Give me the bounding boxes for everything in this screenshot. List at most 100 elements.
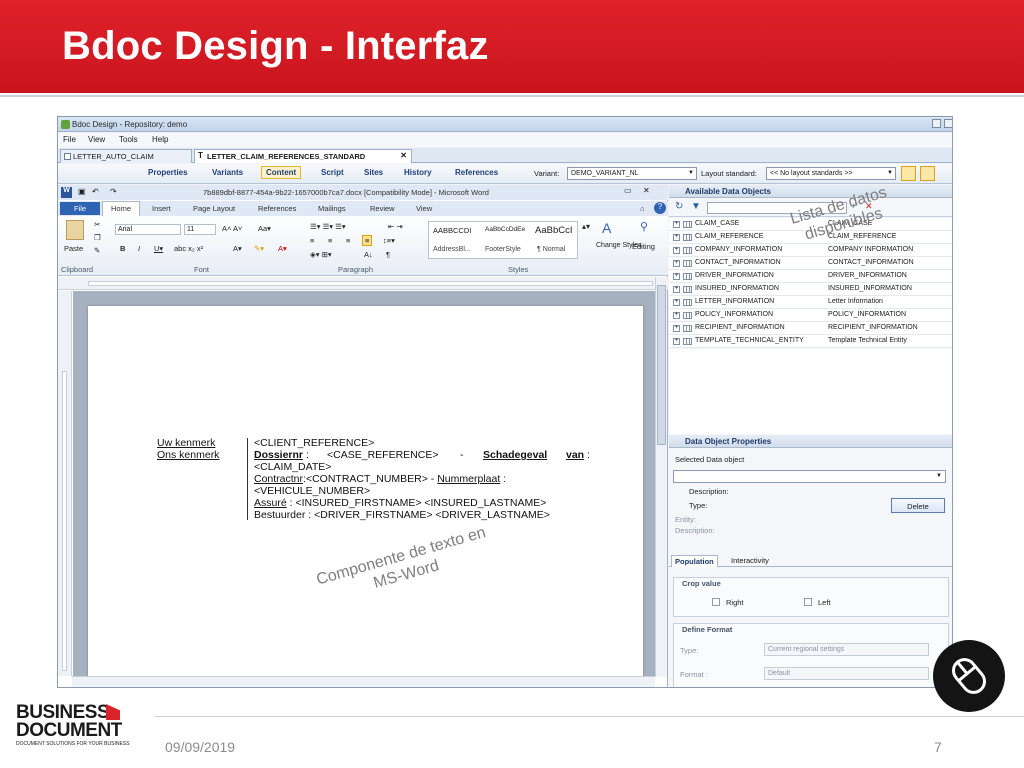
tab-home[interactable]: Home bbox=[102, 201, 141, 216]
align-left-icon[interactable]: ≡ bbox=[310, 236, 314, 245]
font-color-icon[interactable]: A▾ bbox=[278, 244, 287, 253]
expand-icon[interactable]: + bbox=[673, 247, 680, 254]
maximize-icon[interactable] bbox=[944, 119, 952, 128]
italic-icon[interactable]: I bbox=[138, 244, 140, 253]
content-button[interactable]: Content bbox=[261, 166, 302, 179]
sites-button[interactable]: Sites bbox=[364, 168, 383, 177]
expand-icon[interactable]: + bbox=[673, 221, 680, 228]
pilcrow-icon[interactable]: ¶ bbox=[386, 250, 390, 259]
vertical-scrollbar[interactable] bbox=[655, 277, 667, 677]
indent-icon[interactable]: ⇤ ⇥ bbox=[388, 222, 403, 231]
tab-letter-claim-references-standard[interactable]: T LETTER_CLAIM_REFERENCES_STANDARD ✕ bbox=[194, 149, 412, 163]
tab-mailings[interactable]: Mailings bbox=[318, 204, 346, 213]
paste-icon[interactable] bbox=[66, 220, 84, 240]
close-tab-icon[interactable]: ✕ bbox=[400, 151, 407, 160]
list-item[interactable]: + TEMPLATE_TECHNICAL_ENTITY Template Techn… bbox=[669, 335, 952, 348]
paste-label[interactable]: Paste bbox=[64, 244, 83, 253]
menu-tools[interactable]: Tools bbox=[119, 135, 138, 144]
undo-icon[interactable]: ↶ bbox=[92, 187, 99, 196]
menu-file[interactable]: File bbox=[63, 135, 76, 144]
styles-scroll-icon[interactable]: ▴▾ bbox=[582, 222, 590, 231]
scroll-thumb[interactable] bbox=[657, 285, 666, 445]
tab-insert[interactable]: Insert bbox=[152, 204, 171, 213]
layout-preview-icon[interactable] bbox=[901, 166, 916, 181]
expand-icon[interactable]: + bbox=[673, 338, 680, 345]
properties-button[interactable]: Properties bbox=[148, 168, 188, 177]
line-spacing-icon[interactable]: ↕≡▾ bbox=[383, 236, 395, 245]
expand-icon[interactable]: + bbox=[673, 312, 680, 319]
tab-page-layout[interactable]: Page Layout bbox=[193, 204, 235, 213]
text-effects-icon[interactable]: A▾ bbox=[233, 244, 242, 253]
font-size-select[interactable]: 11 bbox=[184, 224, 216, 235]
history-button[interactable]: History bbox=[404, 168, 432, 177]
style-sample-1[interactable]: AABBCCDI bbox=[433, 226, 471, 235]
copy-icon[interactable]: ❐ bbox=[94, 233, 101, 242]
menu-view[interactable]: View bbox=[88, 135, 105, 144]
bold-icon[interactable]: B bbox=[120, 244, 125, 253]
cut-icon[interactable]: ✂ bbox=[94, 220, 100, 229]
tab-interactivity[interactable]: Interactivity bbox=[731, 556, 769, 565]
align-right-icon[interactable]: ≡ bbox=[346, 236, 350, 245]
tab-population[interactable]: Population bbox=[671, 555, 718, 567]
style-sample-2[interactable]: AaBbCcDdEe bbox=[485, 226, 525, 233]
expand-icon[interactable]: + bbox=[673, 260, 680, 267]
redo-icon[interactable]: ↷ bbox=[110, 187, 117, 196]
horizontal-scrollbar[interactable] bbox=[72, 676, 655, 687]
style-name-2[interactable]: FooterStyle bbox=[485, 246, 521, 253]
references-button[interactable]: References bbox=[455, 168, 498, 177]
format-select[interactable]: Default bbox=[764, 667, 929, 680]
tab-references[interactable]: References bbox=[258, 204, 296, 213]
tab-review[interactable]: Review bbox=[370, 204, 395, 213]
list-item[interactable]: + DRIVER_INFORMATION DRIVER_INFORMATION bbox=[669, 270, 952, 283]
style-sample-3[interactable]: AaBbCcI bbox=[535, 225, 573, 236]
sort-icon[interactable]: A↓ bbox=[364, 250, 373, 259]
expand-icon[interactable]: + bbox=[673, 286, 680, 293]
delete-button[interactable]: Delete bbox=[891, 498, 945, 513]
variant-select[interactable]: DEMO_VARIANT_NL ▼ bbox=[567, 167, 697, 180]
list-item[interactable]: + LETTER_INFORMATION Letter Information bbox=[669, 296, 952, 309]
tab-letter-auto-claim[interactable]: LETTER_AUTO_CLAIM bbox=[60, 149, 192, 163]
align-center-icon[interactable]: ≡ bbox=[328, 236, 332, 245]
list-item[interactable]: + CONTACT_INFORMATION CONTACT_INFORMATION bbox=[669, 257, 952, 270]
selected-data-object-select[interactable]: ▼ bbox=[673, 470, 946, 483]
underline-icon[interactable]: U▾ bbox=[154, 244, 163, 253]
help-icon[interactable]: ? bbox=[654, 202, 666, 214]
filter-icon[interactable]: ▼ bbox=[691, 201, 701, 212]
format-painter-icon[interactable]: ✎ bbox=[94, 246, 100, 255]
editing-label[interactable]: Editing bbox=[632, 242, 655, 251]
menu-help[interactable]: Help bbox=[152, 135, 168, 144]
layout-settings-icon[interactable] bbox=[920, 166, 935, 181]
minimize-icon[interactable] bbox=[932, 119, 941, 128]
tab-view[interactable]: View bbox=[416, 204, 432, 213]
collapse-ribbon-icon[interactable]: ⌂ bbox=[640, 204, 645, 213]
highlight-icon[interactable]: ✎▾ bbox=[254, 244, 264, 253]
list-item[interactable]: + POLICY_INFORMATION POLICY_INFORMATION bbox=[669, 309, 952, 322]
style-name-1[interactable]: AddressBl... bbox=[433, 246, 471, 253]
vertical-ruler[interactable] bbox=[58, 291, 72, 676]
refresh-icon[interactable]: ↻ bbox=[675, 201, 683, 212]
horizontal-ruler[interactable] bbox=[58, 277, 668, 290]
justify-icon[interactable]: ≡ bbox=[362, 235, 373, 246]
script-button[interactable]: Script bbox=[321, 168, 344, 177]
shading-icon[interactable]: ◈▾ ⊞▾ bbox=[310, 250, 332, 259]
grow-font-icon[interactable]: A˄ A˅ bbox=[222, 224, 242, 233]
variants-button[interactable]: Variants bbox=[212, 168, 243, 177]
change-styles-icon[interactable]: A bbox=[602, 220, 611, 236]
bullets-icon[interactable]: ☰▾ ☰▾ ☰▾ bbox=[310, 222, 346, 231]
format-type-select[interactable]: Current regional settings bbox=[764, 643, 929, 656]
expand-icon[interactable]: + bbox=[673, 299, 680, 306]
style-name-3[interactable]: ¶ Normal bbox=[537, 246, 565, 253]
word-close-icon[interactable]: ✕ bbox=[643, 186, 650, 195]
list-item[interactable]: + RECIPIENT_INFORMATION RECIPIENT_INFORMAT… bbox=[669, 322, 952, 335]
save-icon[interactable]: ▣ bbox=[78, 187, 86, 196]
find-icon[interactable]: ⚲ bbox=[640, 220, 648, 233]
change-case-icon[interactable]: Aa▾ bbox=[258, 224, 271, 233]
expand-icon[interactable]: + bbox=[673, 325, 680, 332]
expand-icon[interactable]: + bbox=[673, 273, 680, 280]
list-item[interactable]: + INSURED_INFORMATION INSURED_INFORMATION bbox=[669, 283, 952, 296]
crop-right-checkbox[interactable] bbox=[712, 598, 720, 606]
strikethrough-icon[interactable]: abc x₂ x² bbox=[174, 244, 203, 253]
layout-standard-select[interactable]: << No layout standards >> ▼ bbox=[766, 167, 896, 180]
list-item[interactable]: + COMPANY_INFORMATION COMPANY INFORMATION bbox=[669, 244, 952, 257]
font-name-select[interactable]: Arial bbox=[115, 224, 181, 235]
